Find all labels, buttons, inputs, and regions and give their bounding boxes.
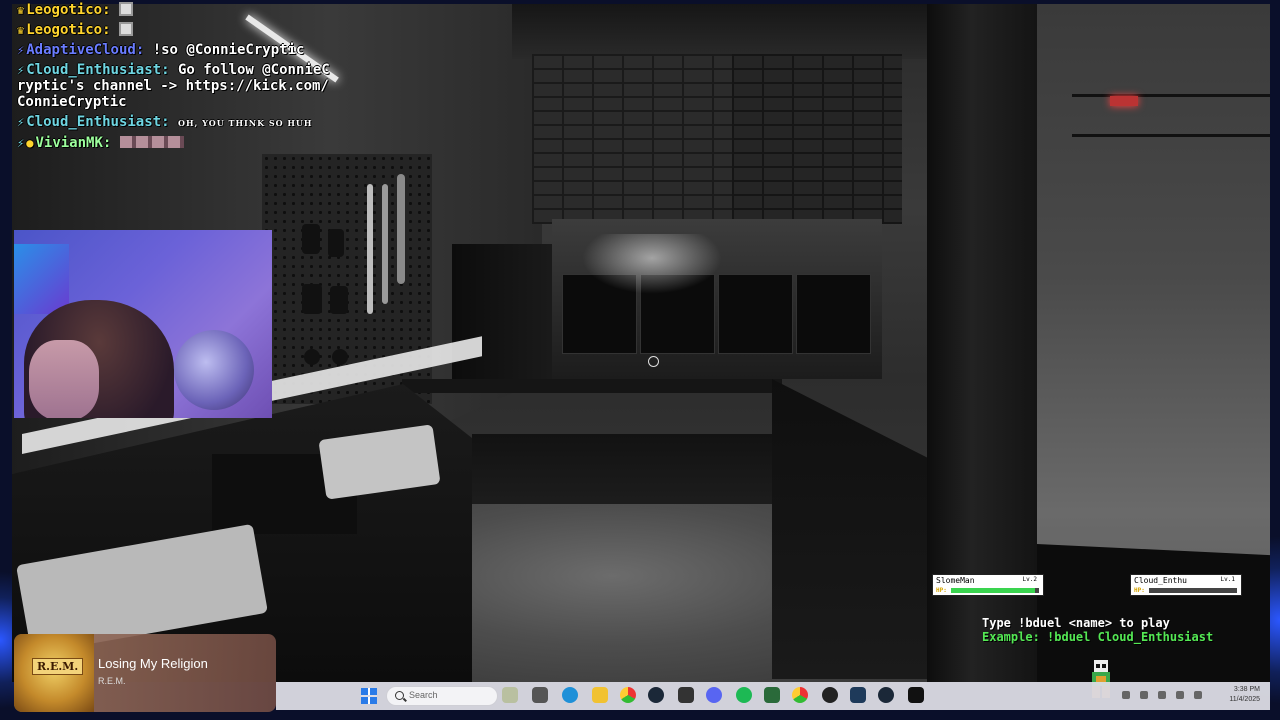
chat-username: Leogotico (26, 2, 103, 18)
task-view-icon[interactable] (532, 687, 548, 703)
tray-app-icon[interactable] (1158, 691, 1166, 699)
cabinet-door (718, 274, 793, 354)
app-icon[interactable] (678, 687, 694, 703)
spotlight (582, 234, 722, 294)
file-explorer-icon[interactable] (592, 687, 608, 703)
cabinet-door (796, 274, 871, 354)
tool-item (397, 174, 405, 284)
brick-wall (532, 54, 732, 224)
hp-bar (951, 588, 1039, 593)
obs-icon[interactable] (822, 687, 838, 703)
terminal-icon[interactable] (908, 687, 924, 703)
chrome-icon[interactable] (620, 687, 636, 703)
crown-icon: ♛ (17, 23, 25, 37)
app-icon[interactable] (764, 687, 780, 703)
player-name: Cloud_Enthu (1134, 576, 1187, 585)
spotify-icon[interactable] (736, 687, 752, 703)
tool-item (367, 184, 373, 314)
chat-username: AdaptiveCloud (26, 42, 136, 58)
search-icon (395, 691, 404, 700)
hp-fill (951, 588, 1035, 593)
platform (1037, 544, 1270, 682)
volume-icon[interactable] (1194, 691, 1202, 699)
crown-icon: ♛ (17, 3, 25, 17)
lightning-icon: ⚡ (17, 115, 25, 129)
time: 3:38 PM (1233, 686, 1260, 693)
chrome-icon[interactable] (792, 687, 808, 703)
album-label: R.E.M. (32, 658, 84, 675)
player-level: Lv.2 (1022, 576, 1037, 583)
chat-message: ⚡ Cloud_Enthusiast: OH, YOU THINK SO HUH (17, 114, 313, 130)
chat-username: VivianMK (35, 135, 103, 151)
hp-label: HP: (936, 587, 947, 594)
right-counter (772, 379, 932, 679)
railing (1072, 134, 1270, 137)
crosshair-icon (648, 356, 659, 367)
lightning-icon: ⚡ (17, 63, 25, 77)
tool-item (382, 184, 388, 304)
chat-message: ♛ Leogotico: (17, 2, 337, 18)
webcam-feed (14, 230, 272, 418)
chat-message: ⚡ AdaptiveCloud: !so @ConnieCryptic (17, 42, 305, 58)
steam-icon[interactable] (648, 687, 664, 703)
counter-front (472, 434, 782, 514)
chat-text: OH, YOU THINK SO HUH (177, 118, 313, 128)
network-icon[interactable] (1176, 691, 1184, 699)
song-title: Losing My Religion (98, 656, 208, 671)
player-level: Lv.1 (1220, 576, 1235, 583)
clock[interactable]: 3:38 PM 11/4/2025 (1229, 685, 1260, 705)
duel-instruction: Type !bduel <name> to play (982, 616, 1170, 630)
chat-overlay: ♛ Leogotico: ♛ Leogotico: ⚡ AdaptiveCloud: … (17, 2, 337, 155)
tool-item (332, 349, 348, 365)
taskbar-search[interactable]: Search (386, 686, 498, 706)
duel-player-card: Cloud_Enthu Lv.1 HP: (1130, 574, 1242, 596)
steam-icon[interactable] (878, 687, 894, 703)
date: 11/4/2025 (1229, 696, 1260, 703)
badge-icon: ⚡ (17, 43, 25, 57)
app-icon[interactable] (850, 687, 866, 703)
badge-icon: ● (26, 136, 34, 150)
tool-item (330, 286, 348, 314)
emote-icon (118, 22, 133, 36)
discord-icon[interactable] (706, 687, 722, 703)
background-monitor (14, 244, 69, 314)
counter-top (402, 379, 782, 393)
tool-item (302, 224, 320, 254)
chat-username: Cloud_Enthusiast (26, 114, 162, 130)
tray-app-icon[interactable] (1140, 691, 1148, 699)
duel-player-card: SlomeMan Lv.2 HP: (932, 574, 1044, 596)
exit-light (1110, 96, 1138, 106)
player-name: SlomeMan (936, 576, 975, 585)
hp-bar (1149, 588, 1237, 593)
chat-username: Cloud_Enthusiast (26, 62, 162, 78)
album-art: R.E.M. (14, 634, 94, 712)
emote-icon (118, 2, 133, 16)
brick-wall-right (732, 54, 902, 224)
edge-browser-icon[interactable] (562, 687, 578, 703)
windows-taskbar: Search 3:38 PM 11/4/2025 (276, 682, 1270, 710)
widget-icon[interactable] (502, 687, 518, 703)
chat-message: ⚡ ● VivianMK: (17, 135, 337, 151)
chat-text: !so @ConnieCryptic (152, 42, 305, 58)
tool-item (304, 349, 320, 365)
tool-item (328, 229, 344, 257)
windows-start-icon[interactable] (361, 688, 377, 704)
duel-instructions: Type !bduel <name> to play Example: !bdu… (982, 616, 1213, 644)
chat-message: ♛ Leogotico: (17, 22, 337, 38)
tray-chevron-icon[interactable] (1122, 691, 1130, 699)
hp-label: HP: (1134, 587, 1145, 594)
streamer-face (29, 340, 99, 418)
search-placeholder: Search (409, 690, 438, 700)
duel-example: Example: !bduel Cloud_Enthusiast (982, 630, 1214, 644)
tool-item (302, 284, 322, 314)
microphone (174, 330, 254, 410)
now-playing-widget: R.E.M. Losing My Religion R.E.M. (14, 634, 276, 712)
lightning-icon: ⚡ (17, 136, 25, 150)
railing (1072, 94, 1270, 97)
emote-icon (119, 136, 184, 148)
chat-message: ⚡ Cloud_Enthusiast: Go follow @ConnieCryp… (17, 62, 330, 110)
song-artist: R.E.M. (98, 676, 126, 686)
chat-username: Leogotico (26, 22, 103, 38)
